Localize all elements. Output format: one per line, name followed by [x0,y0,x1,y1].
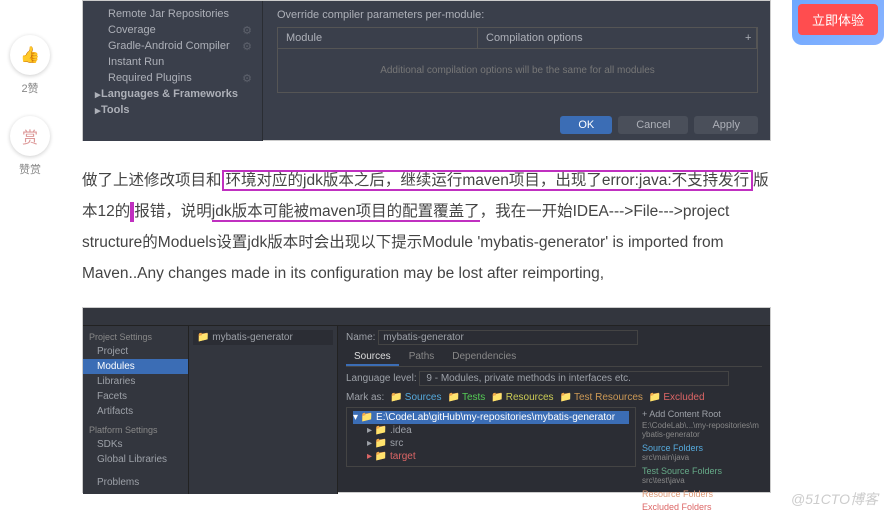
tree-folder: ▸ 📁 .idea [353,424,629,437]
compiler-panel: Override compiler parameters per-module:… [265,1,770,101]
source-folders-label: Source Folders [642,443,762,453]
module-name-input[interactable] [378,330,638,345]
tree-item: Remote Jar Repositories [83,6,262,22]
section-header: Platform Settings [83,423,188,437]
section-header: Project Settings [83,330,188,344]
module-empty-msg: Additional compilation options will be t… [278,49,757,92]
tab-sources[interactable]: Sources [346,349,399,366]
tree-item: Instant Run [83,54,262,70]
screenshot-project-structure: Project Settings Project Modules Librari… [82,307,771,493]
dialog-buttons: OK Cancel Apply [560,116,758,134]
module-item: 📁 mybatis-generator [193,330,333,345]
article-paragraph: 做了上述修改项目和环境对应的jdk版本之后，继续运行maven项目，出现了err… [82,165,772,289]
tree-folder: ▸ 📁 src [353,437,629,450]
tab-paths[interactable]: Paths [401,349,443,366]
article-content: Remote Jar Repositories Coverage⚙ Gradle… [82,0,772,493]
highlight-box: 环境对应的jdk版本之后，继续运行maven项目，出现了error:java:不… [222,170,754,191]
add-content-root[interactable]: + Add Content Root [642,407,762,421]
folder-icon: 📁 [197,332,209,343]
sidebar-item: Global Libraries [83,452,188,467]
mark-excluded[interactable]: 📁Excluded [649,392,705,403]
override-label: Override compiler parameters per-module: [277,9,758,21]
tree-item: Required Plugins⚙ [83,70,262,86]
sidebar-item: Project [83,344,188,359]
reward-icon: 赏 [22,124,38,148]
mark-tests[interactable]: 📁Tests [447,392,485,403]
tree-item-languages: Languages & Frameworks [83,86,262,102]
resource-folders-label: Resource Folders [642,489,762,499]
ok-button[interactable]: OK [560,116,612,134]
content-row: ▾ 📁 E:\CodeLab\gitHub\my-repositories\my… [346,407,762,512]
sidebar-item: Problems [83,475,188,490]
excluded-folders-label: Excluded Folders [642,502,762,512]
like-count: 2赞 [5,80,55,96]
sidebar-item: SDKs [83,437,188,452]
module-header: Module [278,28,478,48]
tree-item: Coverage⚙ [83,22,262,38]
tree-item: Gradle-Android Compiler⚙ [83,38,262,54]
compile-header: Compilation options [478,28,737,48]
module-tabs: Sources Paths Dependencies [346,349,762,367]
mark-test-resources[interactable]: 📁Test Resources [560,392,643,403]
breadcrumb-bar [83,308,770,326]
mark-sources[interactable]: 📁Sources [390,392,441,403]
cta-banner: 立即体验 [792,0,884,45]
name-row: Name: [346,330,762,345]
sidebar-item: Artifacts [83,404,188,419]
tree-item-tools: Tools [83,102,262,118]
module-list: 📁 mybatis-generator [188,326,338,494]
gear-icon: ⚙ [242,40,252,53]
module-config: Name: Sources Paths Dependencies Languag… [338,326,770,494]
settings-tree: Remote Jar Repositories Coverage⚙ Gradle… [83,1,263,141]
tree-folder: ▸ 📁 target [353,450,629,463]
gear-icon: ⚙ [242,24,252,37]
underline-text: jdk版本可能被maven项目的配置覆盖了 [212,203,480,222]
mark-as-row: Mark as: 📁Sources 📁Tests 📁Resources 📁Tes… [346,392,762,403]
thumbs-up-icon: 👍 [20,45,40,65]
tree-root: ▾ 📁 E:\CodeLab\gitHub\my-repositories\my… [353,411,629,424]
cta-button[interactable]: 立即体验 [798,4,878,35]
content-roots-panel: + Add Content Root E:\CodeLab\...\my-rep… [642,407,762,512]
sidebar-item-modules: Modules [83,359,188,374]
language-level-select[interactable]: 9 - Modules, private methods in interfac… [419,371,729,386]
like-button[interactable]: 👍 [10,35,50,75]
project-settings-sidebar: Project Settings Project Modules Librari… [83,326,188,494]
sidebar-item: Libraries [83,374,188,389]
gear-icon: ⚙ [242,72,252,85]
test-source-label: Test Source Folders [642,466,762,476]
left-actions: 👍 2赞 赏 赞赏 [5,35,55,197]
cancel-button[interactable]: Cancel [618,116,688,134]
watermark: @51CTO博客 [791,489,878,509]
tab-dependencies[interactable]: Dependencies [444,349,524,366]
content-root-path: E:\CodeLab\...\my-repositories\mybatis-g… [642,421,762,439]
mark-resources[interactable]: 📁Resources [491,392,553,403]
apply-button[interactable]: Apply [694,116,758,134]
screenshot-compiler-settings: Remote Jar Repositories Coverage⚙ Gradle… [82,0,771,141]
reward-label: 赞赏 [5,161,55,177]
add-module-button[interactable]: + [737,28,757,48]
folder-tree: ▾ 📁 E:\CodeLab\gitHub\my-repositories\my… [346,407,636,467]
sidebar-item: Facets [83,389,188,404]
module-table: Module Compilation options + Additional … [277,27,758,93]
reward-button[interactable]: 赏 [10,116,50,156]
language-level-row: Language level: 9 - Modules, private met… [346,371,762,386]
